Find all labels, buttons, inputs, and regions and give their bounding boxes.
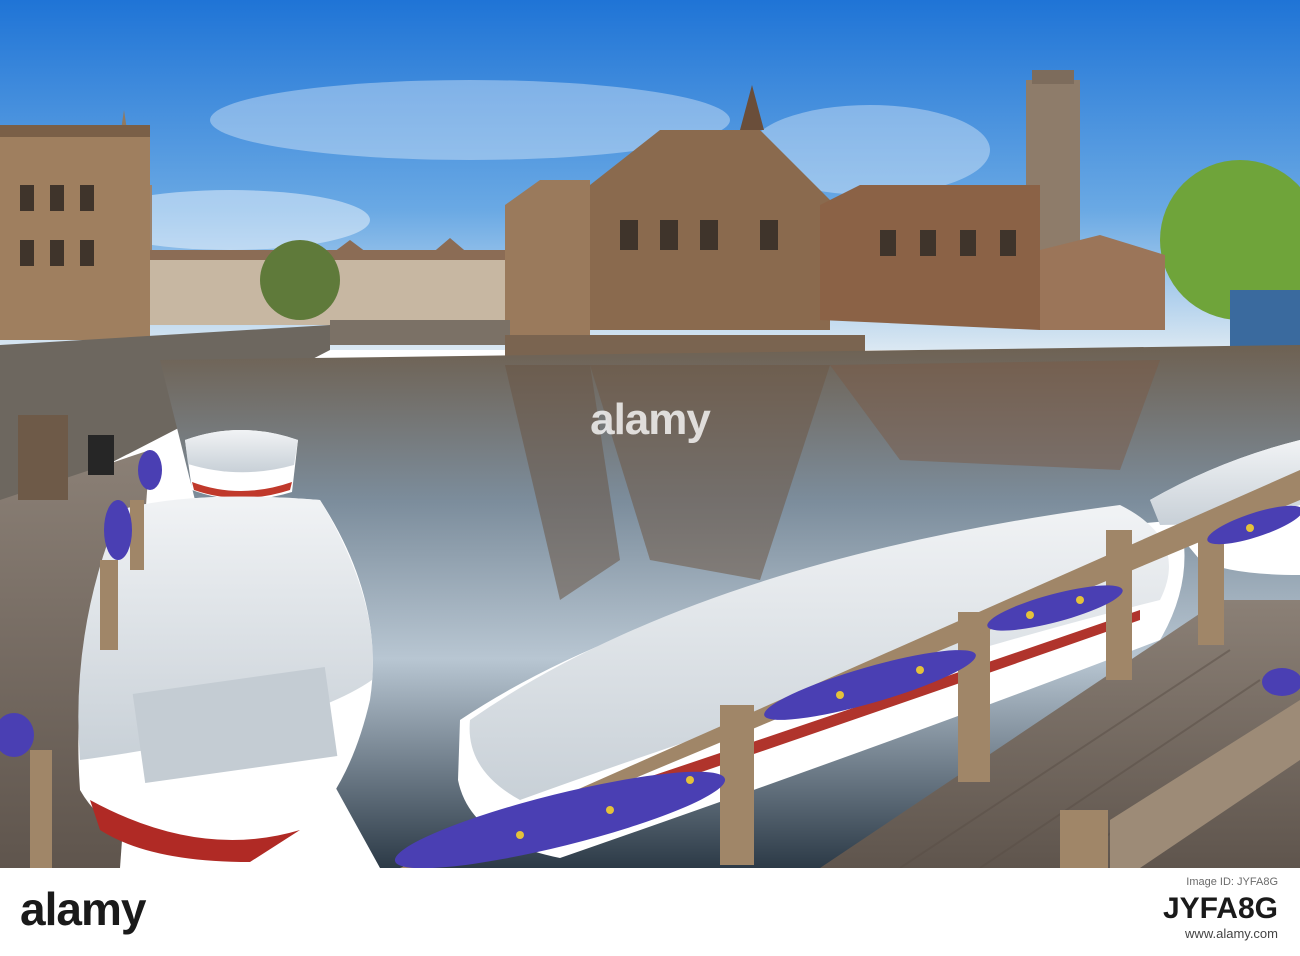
belfry-top [1032, 70, 1074, 84]
brand-logo: alamy [20, 883, 146, 935]
website-url[interactable]: www.alamy.com [718, 926, 1278, 941]
image-id: JYFA8G [1162, 892, 1278, 925]
tree [260, 240, 340, 320]
photo: alamy [0, 0, 1300, 868]
bridge [330, 320, 510, 345]
building-far [1040, 235, 1165, 330]
building-right [820, 185, 1040, 330]
building-gothic [505, 180, 590, 340]
stock-footer: alamy Image ID: JYFA8G JYFA8G www.alamy.… [0, 868, 1300, 956]
image-id-caption: Image ID: JYFA8G [1186, 876, 1278, 888]
building-left [0, 125, 150, 340]
footer-info: Image ID: JYFA8G JYFA8G www.alamy.com [718, 874, 1278, 941]
watermark: alamy [590, 395, 711, 444]
